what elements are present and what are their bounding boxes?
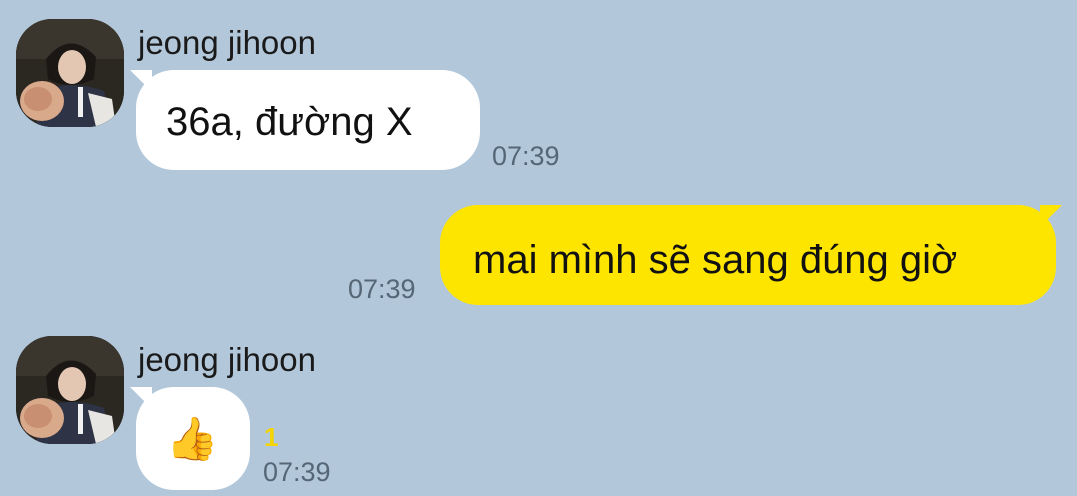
message-timestamp: 07:39 [492, 141, 560, 171]
message-timestamp: 07:39 [348, 274, 416, 304]
incoming-message-bubble[interactable]: 36a, đường X [136, 70, 480, 170]
thumbs-up-icon: 👍 [166, 414, 219, 463]
message-text: mai mình sẽ sang đúng giờ [473, 238, 958, 282]
message-text: 36a, đường X [166, 100, 413, 144]
incoming-message-bubble[interactable]: 👍 [136, 387, 250, 490]
bubble-tail [130, 387, 152, 409]
sender-avatar[interactable] [16, 19, 124, 127]
sender-name: jeong jihoon [138, 341, 316, 378]
sender-name: jeong jihoon [138, 24, 316, 61]
message-timestamp: 07:39 [263, 457, 331, 487]
unread-count-badge: 1 [264, 422, 279, 452]
outgoing-message-bubble[interactable]: mai mình sẽ sang đúng giờ [440, 205, 1056, 305]
bubble-tail [1040, 205, 1062, 227]
sender-avatar[interactable] [16, 336, 124, 444]
bubble-tail [130, 70, 152, 92]
